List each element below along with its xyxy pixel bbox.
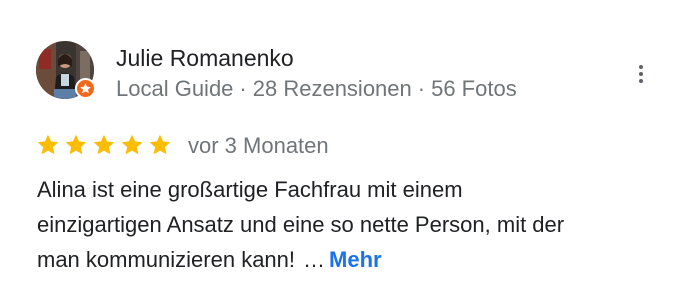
author-avatar[interactable] [36, 41, 96, 99]
review-line: einzigartigen Ansatz und eine so nette P… [37, 212, 565, 237]
more-vert-icon[interactable] [627, 60, 655, 88]
review-date: vor 3 Monaten [188, 133, 329, 158]
review-line-text: man kommunizieren kann! [37, 247, 296, 272]
local-guide-label: Local Guide [116, 76, 234, 101]
ellipsis: … [303, 247, 326, 272]
review-line-last: man kommunizieren kann! … Mehr [37, 242, 637, 277]
author-name[interactable]: Julie Romanenko [116, 45, 294, 71]
stars [36, 133, 172, 157]
menu-dot [639, 79, 643, 83]
star-rating [36, 131, 172, 159]
review-card: Julie Romanenko Local Guide · 28 Rezension… [0, 0, 697, 305]
review-line: Alina ist eine großartige Fachfrau mit e… [37, 177, 463, 202]
meta-separator: · [417, 76, 426, 101]
meta-separator: · [239, 76, 247, 101]
author-meta: Local Guide · 28 Rezensionen · 56 Fotos [116, 76, 517, 101]
more-button[interactable]: Mehr [329, 247, 382, 272]
menu-dot [639, 72, 643, 76]
star-icon [149, 134, 171, 155]
review-text: Alina ist eine großartige Fachfrau mit e… [37, 172, 637, 277]
star-icon [37, 134, 59, 155]
menu-dot [639, 65, 643, 69]
local-guide-star-icon [75, 78, 96, 99]
star-icon [121, 134, 143, 155]
star-icon [65, 134, 87, 155]
star-icon [93, 134, 115, 155]
review-count: 28 Rezensionen [252, 76, 412, 101]
photo-count: 56 Fotos [431, 76, 517, 101]
